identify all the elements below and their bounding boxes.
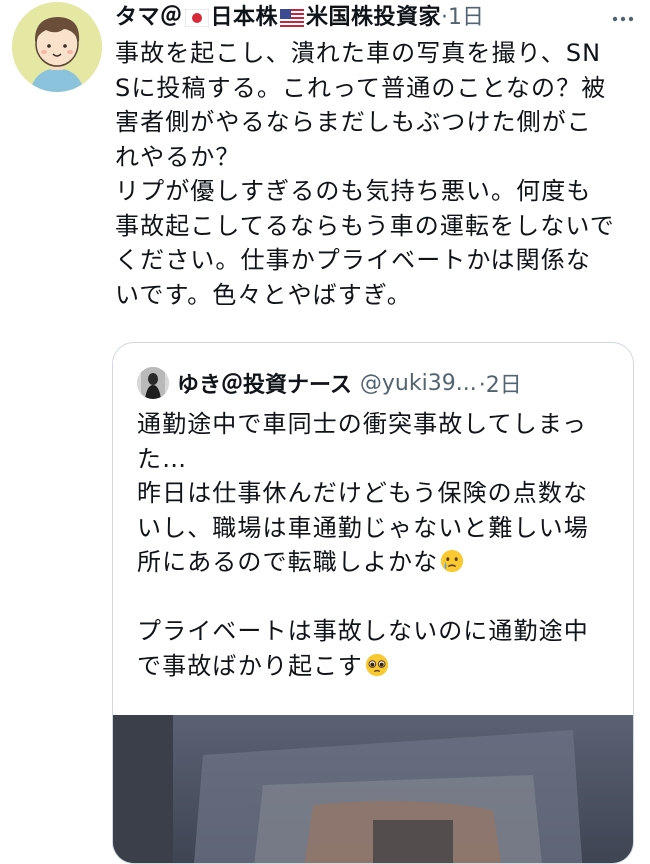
quoted-tweet-card[interactable]: ゆき＠投資ナース @yuki39... ·2日 通勤途中で車同士の衝突事故してし… [112,342,634,864]
tweet[interactable]: タマ＠ 日本株 米国株投資家 ·1日 事故を起こし、潰れた車の写真を撮り、SNSに投… [0,0,650,864]
face-holding-back-tears-icon [441,549,464,573]
quoted-author-handle: @yuki39... [359,370,477,396]
quoted-text-part-1: 通勤途中で車同士の衝突事故してしまった… 昨日は仕事休んだけどもう保険の点数ない… [137,410,589,576]
author-avatar[interactable] [12,2,102,92]
japan-flag-icon [184,9,209,27]
quoted-tweet-timestamp: ·2日 [478,373,522,398]
avatar-illustration [12,2,102,92]
quoted-tweet-media[interactable] [113,715,633,863]
more-horizontal-icon[interactable] [610,6,636,32]
pleading-face-icon [365,653,389,676]
quoted-tweet-text: 通勤途中で車同士の衝突事故してしまった… 昨日は仕事休んだけどもう保険の点数ない… [137,407,607,683]
us-flag-icon [280,9,305,27]
tweet-text: 事故を起こし、潰れた車の写真を撮り、SNSに投稿する。これって普通のことなの？被… [115,39,615,309]
display-name-suffix: 米国株投資家 [306,5,442,30]
quoted-author-avatar [137,367,169,399]
display-name-mid: 日本株 [210,5,279,30]
tweet-header: タマ＠ 日本株 米国株投資家 ·1日 [115,0,635,36]
display-name-prefix: タマ＠ [115,5,183,30]
car-photo-image [113,715,633,863]
quoted-author-name: ゆき＠投資ナース [177,373,352,398]
quoted-tweet-header: ゆき＠投資ナース @yuki39... ·2日 [137,365,617,401]
author-display-name[interactable]: タマ＠ 日本株 米国株投資家 [115,0,441,36]
tweet-timestamp[interactable]: ·1日 [441,0,484,36]
